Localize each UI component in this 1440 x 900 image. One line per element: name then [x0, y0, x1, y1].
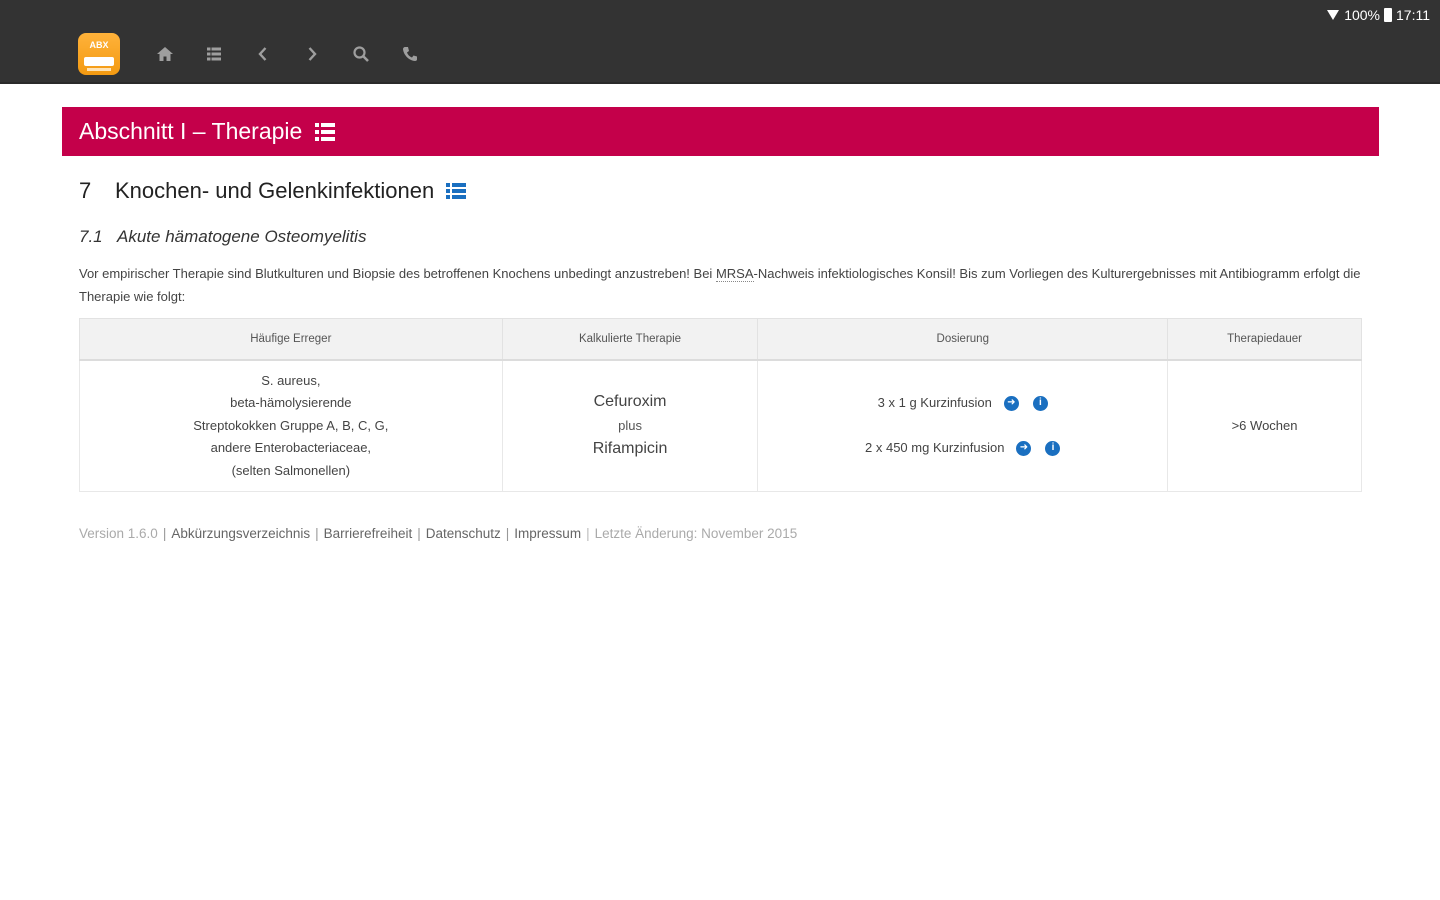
phone-icon — [402, 47, 417, 61]
table-header-row: Häufige Erreger Kalkulierte Therapie Dos… — [79, 318, 1362, 361]
footer-link-accessibility[interactable]: Barrierefreiheit — [324, 526, 413, 541]
dose-line: 3 x 1 g Kurzinfusion ➜ i — [758, 392, 1167, 414]
last-change-text: Letzte Änderung: November 2015 — [594, 526, 798, 541]
chapter-number: 7 — [79, 178, 92, 203]
dosage-cell: 3 x 1 g Kurzinfusion ➜ i 2 x 450 mg Kurz… — [757, 359, 1169, 492]
footer-separator: | — [505, 526, 510, 541]
chevron-left-icon — [257, 47, 266, 61]
top-bar: 100% 17:11 ABX — [0, 0, 1440, 84]
app-logo[interactable]: ABX — [78, 33, 120, 75]
home-button[interactable] — [140, 32, 189, 76]
subchapter-number: 7.1 — [79, 227, 103, 246]
footer-link-imprint[interactable]: Impressum — [514, 526, 581, 541]
column-header: Dosierung — [757, 318, 1169, 361]
column-header: Therapiedauer — [1167, 318, 1362, 361]
contents-button[interactable] — [189, 32, 238, 76]
arrow-link-icon[interactable]: ➜ — [1003, 395, 1019, 411]
abbreviation-mrsa[interactable]: MRSA — [715, 266, 754, 282]
pathogen-line: (selten Salmonellen) — [231, 462, 351, 478]
drug-name: Cefuroxim — [593, 393, 667, 411]
battery-percent: 100% — [1344, 7, 1380, 23]
section-banner: Abschnitt I – Therapie — [62, 107, 1379, 156]
chapter-title: Knochen- und Gelenkinfektionen — [115, 178, 435, 203]
column-header: Häufige Erreger — [79, 318, 503, 361]
home-icon — [156, 47, 173, 61]
footer-separator: | — [162, 526, 167, 541]
dose-line: 2 x 450 mg Kurzinfusion ➜ i — [758, 437, 1167, 459]
info-icon[interactable]: i — [1045, 440, 1061, 456]
pathogen-line: Streptokokken Gruppe A, B, C, G, — [193, 417, 389, 433]
battery-icon — [1384, 8, 1392, 22]
clock: 17:11 — [1396, 7, 1430, 23]
arrow-link-icon[interactable]: ➜ — [1016, 440, 1032, 456]
dose-actions: ➜ i — [1008, 440, 1061, 456]
pathogen-line: beta-hämolysierende — [230, 395, 352, 410]
logo-decoration — [87, 68, 111, 71]
section-title: Abschnitt I – Therapie — [79, 118, 303, 144]
footer-separator: | — [417, 526, 421, 541]
logo-decoration — [84, 57, 114, 66]
subchapter-heading: 7.1 Akute hämatogene Osteomyelitis — [79, 227, 366, 247]
section-contents-icon[interactable] — [314, 122, 336, 142]
footer-link-privacy[interactable]: Datenschutz — [426, 526, 501, 541]
wifi-icon — [1327, 10, 1340, 20]
subchapter-title: Akute hämatogene Osteomyelitis — [117, 227, 367, 246]
app-logo-text: ABX — [89, 40, 109, 50]
chapter-contents-icon[interactable] — [446, 182, 467, 200]
drug-combinator: plus — [618, 418, 642, 434]
version-text: Version 1.6.0 — [79, 526, 158, 541]
drug-name: Rifampicin — [592, 440, 668, 458]
toolbar: ABX — [78, 32, 434, 76]
pathogen-line: S. aureus, — [261, 372, 321, 388]
footer-separator: | — [586, 526, 590, 541]
footer: Version 1.6.0 | Abkürzungsverzeichnis | … — [79, 526, 797, 541]
dose-actions: ➜ i — [996, 395, 1048, 411]
status-bar: 100% 17:11 — [1326, 5, 1430, 25]
footer-link-abbreviations[interactable]: Abkürzungsverzeichnis — [171, 526, 310, 541]
info-icon[interactable]: i — [1032, 395, 1048, 411]
list-icon — [206, 47, 221, 61]
phone-button[interactable] — [385, 32, 434, 76]
search-icon — [352, 46, 369, 62]
duration-cell: >6 Wochen — [1167, 359, 1362, 492]
therapy-table: Häufige Erreger Kalkulierte Therapie Dos… — [79, 318, 1362, 492]
intro-paragraph: Vor empirischer Therapie sind Blutkultur… — [79, 262, 1369, 308]
intro-text: Vor empirischer Therapie sind Blutkultur… — [79, 266, 716, 281]
forward-button[interactable] — [287, 32, 336, 76]
therapy-cell: Cefuroxim plus Rifampicin — [501, 359, 759, 492]
footer-separator: | — [315, 526, 319, 541]
dose-text: 3 x 1 g Kurzinfusion — [877, 395, 992, 411]
column-header: Kalkulierte Therapie — [501, 318, 759, 361]
chapter-heading: 7 Knochen- und Gelenkinfektionen — [79, 178, 467, 204]
table-row: S. aureus, beta-hämolysierende Streptoko… — [79, 359, 1362, 492]
back-button[interactable] — [238, 32, 287, 76]
pathogen-line: andere Enterobacteriaceae, — [210, 440, 372, 455]
chevron-right-icon — [308, 47, 317, 61]
pathogens-cell: S. aureus, beta-hämolysierende Streptoko… — [79, 359, 503, 492]
dose-text: 2 x 450 mg Kurzinfusion — [865, 440, 1005, 456]
search-button[interactable] — [336, 32, 385, 76]
